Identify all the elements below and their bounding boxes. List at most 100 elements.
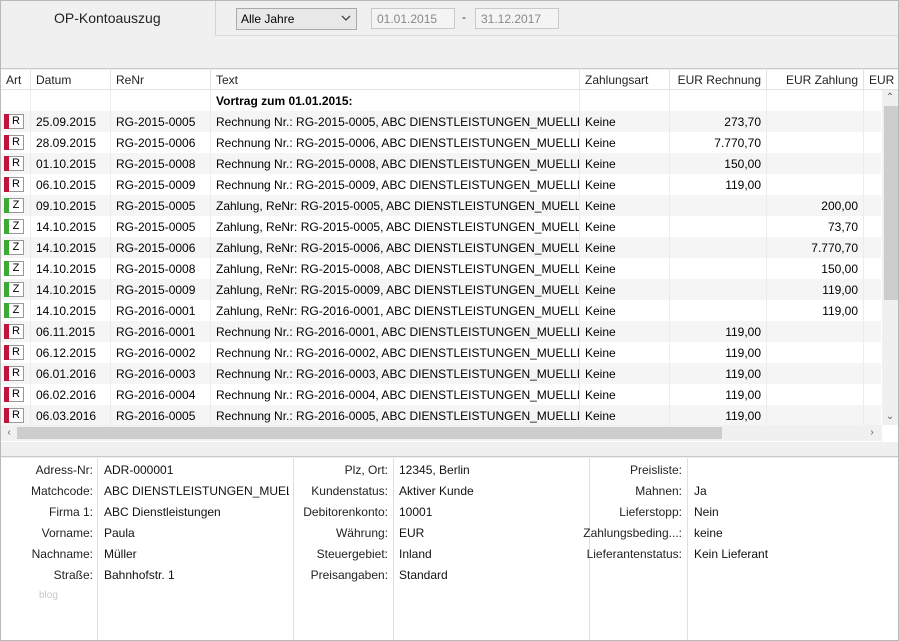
renr-cell: RG-2016-0001	[111, 300, 211, 321]
col-header-datum[interactable]: Datum	[31, 70, 111, 90]
detail-value: Aktiver Kunde	[399, 484, 474, 498]
detail-value: Inland	[399, 547, 432, 561]
table-row[interactable]: R 28.09.2015 RG-2015-0006 Rechnung Nr.: RG-…	[1, 132, 881, 153]
carry-forward-row[interactable]: Vortrag zum 01.01.2015:	[1, 90, 881, 111]
rechnung-cell	[670, 216, 767, 237]
table-row[interactable]: Z 14.10.2015 RG-2015-0006 Zahlung, ReNr: RG…	[1, 237, 881, 258]
col-header-eur-more[interactable]: EUR N	[864, 70, 898, 90]
table-row[interactable]: Z 09.10.2015 RG-2015-0005 Zahlung, ReNr: RG…	[1, 195, 881, 216]
table-row[interactable]: Z 14.10.2015 RG-2015-0009 Zahlung, ReNr: RG…	[1, 279, 881, 300]
detail-value: Bahnhofstr. 1	[104, 568, 175, 582]
type-label: R	[12, 388, 20, 400]
rechnung-badge-icon: R	[4, 177, 24, 192]
table-row[interactable]: Z 14.10.2015 RG-2015-0005 Zahlung, ReNr: RG…	[1, 216, 881, 237]
transactions-grid: Art Datum ReNr Text Zahlungsart EUR Rech…	[1, 70, 898, 442]
zahlung-badge-icon: Z	[4, 303, 24, 318]
detail-label: Mahnen:	[635, 484, 682, 498]
table-row[interactable]: R 06.01.2016 RG-2016-0003 Rechnung Nr.: RG-…	[1, 363, 881, 384]
type-label: R	[12, 178, 20, 190]
type-cell: R	[1, 153, 31, 174]
zahlungsart-cell: Keine	[580, 153, 670, 174]
text-cell: Zahlung, ReNr: RG-2016-0001, ABC DIENSTL…	[211, 300, 580, 321]
scroll-up-icon[interactable]: ⌃	[882, 90, 898, 106]
horizontal-scroll-thumb[interactable]	[17, 427, 722, 439]
detail-label: Preisangaben:	[310, 568, 388, 582]
text-cell: Zahlung, ReNr: RG-2015-0006, ABC DIENSTL…	[211, 237, 580, 258]
zahlung-cell	[767, 111, 864, 132]
vertical-scroll-thumb[interactable]	[884, 106, 898, 300]
text-cell: Rechnung Nr.: RG-2015-0005, ABC DIENSTLE…	[211, 111, 580, 132]
zahlungsart-cell: Keine	[580, 384, 670, 405]
rechnung-cell: 119,00	[670, 384, 767, 405]
type-label: R	[12, 325, 20, 337]
type-cell: R	[1, 342, 31, 363]
zahlung-cell: 150,00	[767, 258, 864, 279]
period-select[interactable]: Alle Jahre	[236, 8, 357, 30]
zahlung-badge-icon: Z	[4, 219, 24, 234]
detail-value: keine	[694, 526, 723, 540]
col-header-zahlungsart[interactable]: Zahlungsart	[580, 70, 670, 90]
detail-label: Lieferantenstatus:	[586, 547, 682, 561]
type-cell: R	[1, 384, 31, 405]
rechnung-cell: 119,00	[670, 321, 767, 342]
detail-value: Kein Lieferant	[694, 547, 769, 561]
detail-value: 12345, Berlin	[399, 463, 470, 477]
detail-label: Nachname:	[31, 547, 93, 561]
rechnung-cell: 7.770,70	[670, 132, 767, 153]
type-label: Z	[12, 199, 20, 211]
detail-label: Vorname:	[41, 526, 93, 540]
col-header-renr[interactable]: ReNr	[111, 70, 211, 90]
type-cell: Z	[1, 279, 31, 300]
table-row[interactable]: R 06.02.2016 RG-2016-0004 Rechnung Nr.: RG-…	[1, 384, 881, 405]
renr-cell: RG-2015-0006	[111, 132, 211, 153]
scroll-left-icon[interactable]: ‹	[1, 425, 17, 441]
rechnung-cell: 273,70	[670, 111, 767, 132]
table-row[interactable]: R 06.03.2016 RG-2016-0005 Rechnung Nr.: RG-…	[1, 405, 881, 426]
table-row[interactable]: R 06.12.2015 RG-2016-0002 Rechnung Nr.: RG-…	[1, 342, 881, 363]
vertical-scrollbar[interactable]: ⌃ ⌄	[882, 90, 898, 425]
zahlung-cell	[767, 321, 864, 342]
zahlungsart-cell: Keine	[580, 258, 670, 279]
type-cell: R	[1, 363, 31, 384]
zahlungsart-cell: Keine	[580, 111, 670, 132]
date-from-field[interactable]: 01.01.2015	[371, 8, 455, 29]
table-row[interactable]: Z 14.10.2015 RG-2016-0001 Zahlung, ReNr: RG…	[1, 300, 881, 321]
col-header-eur-zahlung[interactable]: EUR Zahlung	[767, 70, 864, 90]
rechnung-cell	[670, 300, 767, 321]
text-cell: Rechnung Nr.: RG-2016-0004, ABC DIENSTLE…	[211, 384, 580, 405]
col-header-art[interactable]: Art	[1, 70, 31, 90]
type-label: R	[12, 409, 20, 421]
col-header-eur-rechnung[interactable]: EUR Rechnung	[670, 70, 767, 90]
rechnung-badge-icon: R	[4, 324, 24, 339]
table-row[interactable]: R 01.10.2015 RG-2015-0008 Rechnung Nr.: RG-…	[1, 153, 881, 174]
type-label: Z	[12, 304, 20, 316]
watermark-text: blog	[39, 590, 58, 601]
detail-value: EUR	[399, 526, 425, 540]
renr-cell: RG-2016-0002	[111, 342, 211, 363]
renr-cell: RG-2015-0009	[111, 174, 211, 195]
chevron-down-icon	[341, 15, 351, 21]
scroll-down-icon[interactable]: ⌄	[882, 409, 898, 425]
detail-label: Zahlungsbeding...:	[583, 526, 682, 540]
table-row[interactable]: R 06.10.2015 RG-2015-0009 Rechnung Nr.: RG-…	[1, 174, 881, 195]
type-label: Z	[12, 220, 20, 232]
panel-splitter[interactable]	[1, 443, 898, 457]
col-header-text[interactable]: Text	[211, 70, 580, 90]
zahlungsart-cell: Keine	[580, 174, 670, 195]
type-cell: R	[1, 111, 31, 132]
table-row[interactable]: Z 14.10.2015 RG-2015-0008 Zahlung, ReNr: RG…	[1, 258, 881, 279]
date-to-field[interactable]: 31.12.2017	[475, 8, 559, 29]
type-cell: R	[1, 132, 31, 153]
page-title: OP-Kontoauszug	[54, 10, 161, 26]
datum-cell: 14.10.2015	[31, 279, 111, 300]
renr-cell: RG-2016-0005	[111, 405, 211, 426]
horizontal-scrollbar[interactable]: ‹ ›	[1, 425, 882, 441]
renr-cell: RG-2016-0003	[111, 363, 211, 384]
table-row[interactable]: R 25.09.2015 RG-2015-0005 Rechnung Nr.: RG-…	[1, 111, 881, 132]
type-cell: R	[1, 405, 31, 426]
table-row[interactable]: R 06.11.2015 RG-2016-0001 Rechnung Nr.: RG-…	[1, 321, 881, 342]
datum-cell: 06.03.2016	[31, 405, 111, 426]
divider	[215, 35, 898, 36]
scroll-right-icon[interactable]: ›	[864, 425, 880, 441]
detail-value: Nein	[694, 505, 719, 519]
